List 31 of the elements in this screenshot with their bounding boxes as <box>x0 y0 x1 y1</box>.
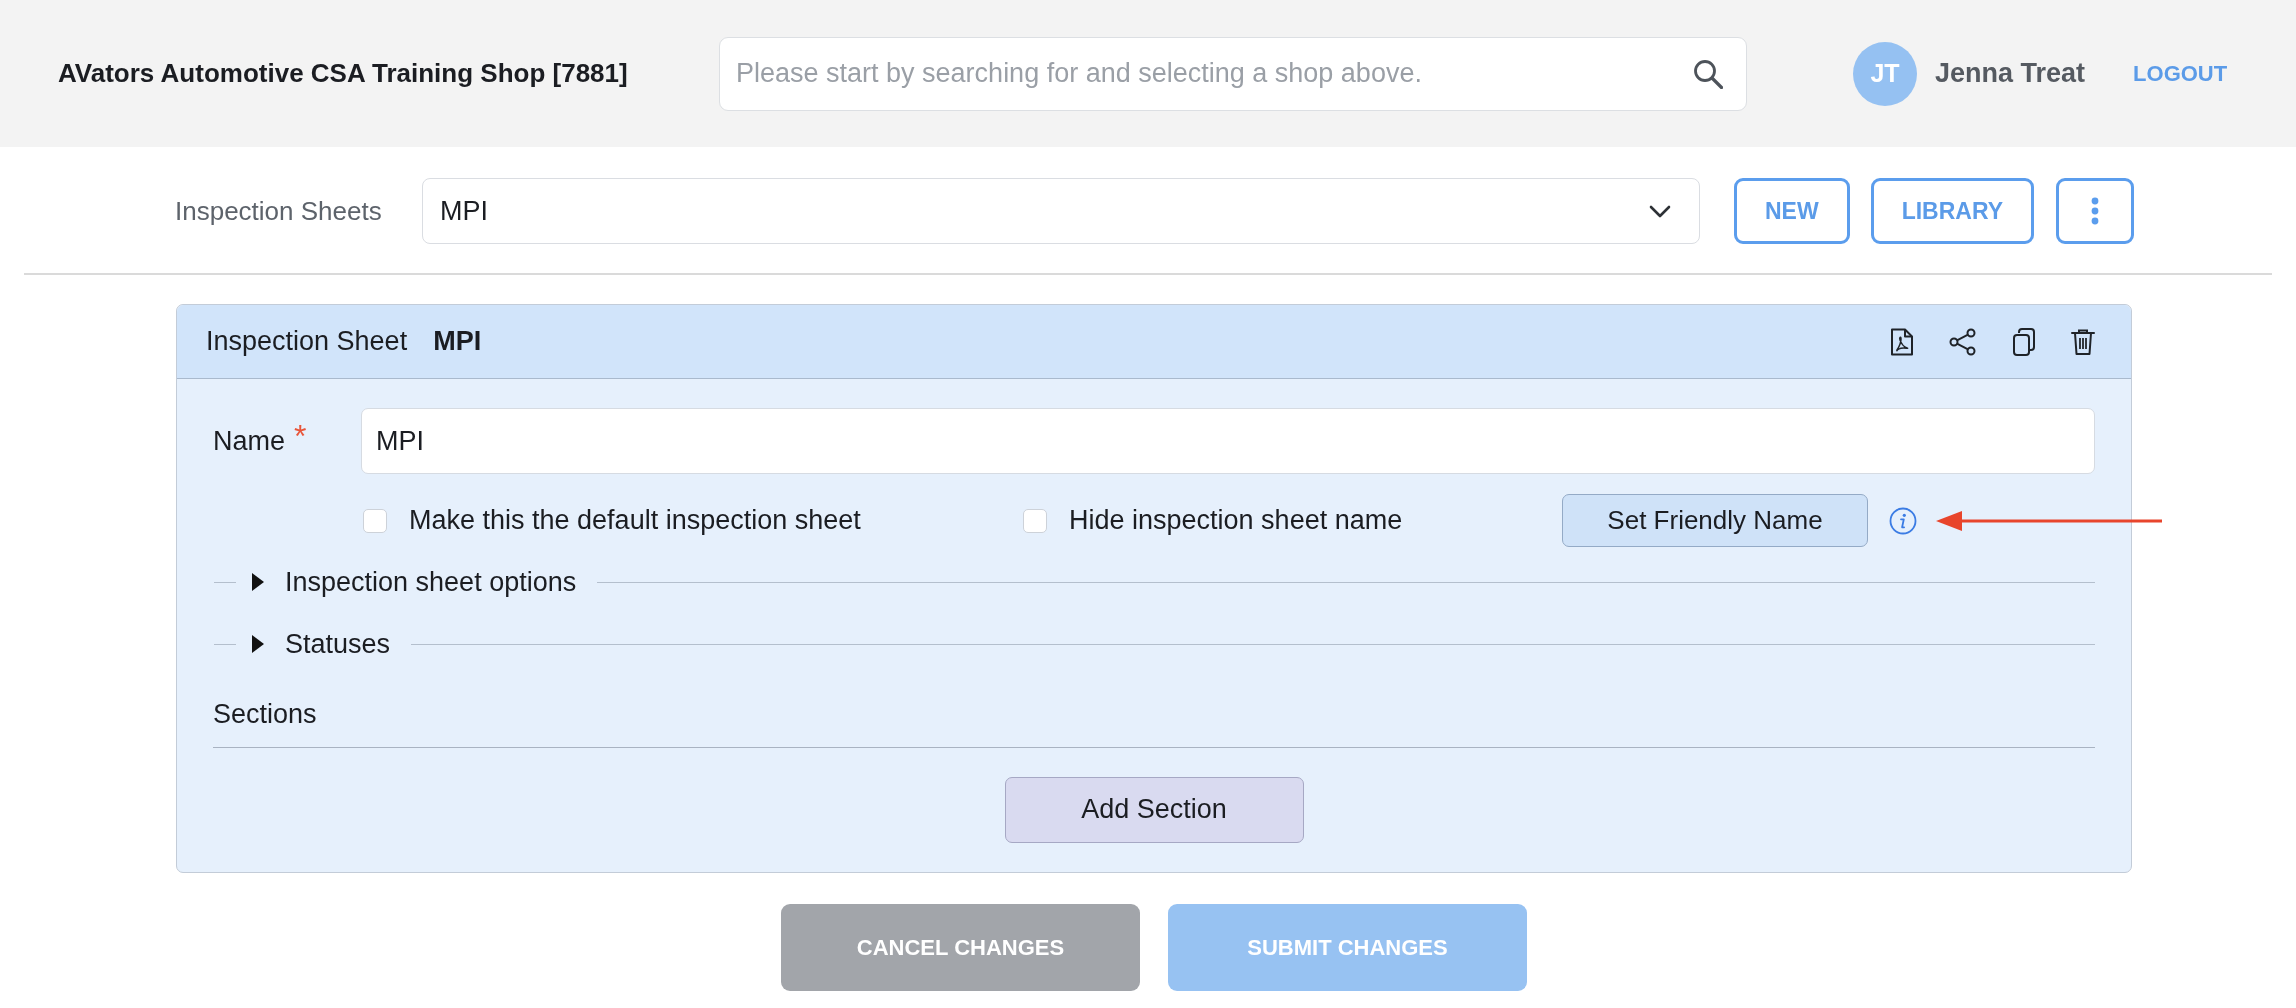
document-icon[interactable] <box>1890 327 1914 356</box>
shop-title: AVators Automotive CSA Training Shop [7881] <box>58 57 629 90</box>
sections-heading: Sections <box>213 699 317 729</box>
name-label: Name <box>213 424 286 458</box>
info-icon[interactable] <box>1889 506 1917 535</box>
collapsible-toggle[interactable]: Statuses <box>251 623 391 665</box>
name-input[interactable]: MPI <box>361 408 2095 474</box>
add-section-button[interactable]: Add Section <box>1004 776 1304 843</box>
vertical-dots-icon <box>2091 197 2100 225</box>
sheet-select[interactable]: MPI <box>422 178 1700 244</box>
checkbox[interactable] <box>1023 508 1047 533</box>
friendly-name-button[interactable]: Set Friendly Name <box>1562 494 1868 547</box>
user-avatar: JT <box>1853 41 1917 106</box>
share-icon[interactable] <box>1949 327 1977 356</box>
card-title: Inspection Sheet <box>206 325 408 359</box>
search-icon[interactable] <box>1693 58 1723 89</box>
user-name: Jenna Treat <box>1935 57 2086 91</box>
more-options-button[interactable] <box>2056 178 2135 244</box>
checkbox-label: Hide inspection sheet name <box>1069 504 1403 538</box>
copy-icon[interactable] <box>2012 327 2036 356</box>
checkbox[interactable] <box>363 508 387 533</box>
sheet-name: MPI <box>433 325 482 359</box>
checkbox-label: Make this the default inspection sheet <box>409 504 861 538</box>
caret-icon[interactable] <box>251 573 265 591</box>
required-asterisk: * <box>294 420 307 452</box>
search-field[interactable]: Please start by searching for and selecting a shop above. <box>719 36 1747 111</box>
trash-icon[interactable] <box>2071 327 2095 356</box>
sheets-label: Inspection Sheets <box>175 194 383 228</box>
caret-icon[interactable] <box>251 635 265 653</box>
chevron-down-icon <box>1649 204 1671 218</box>
collapsible-toggle[interactable]: Inspection sheet options <box>251 561 577 603</box>
